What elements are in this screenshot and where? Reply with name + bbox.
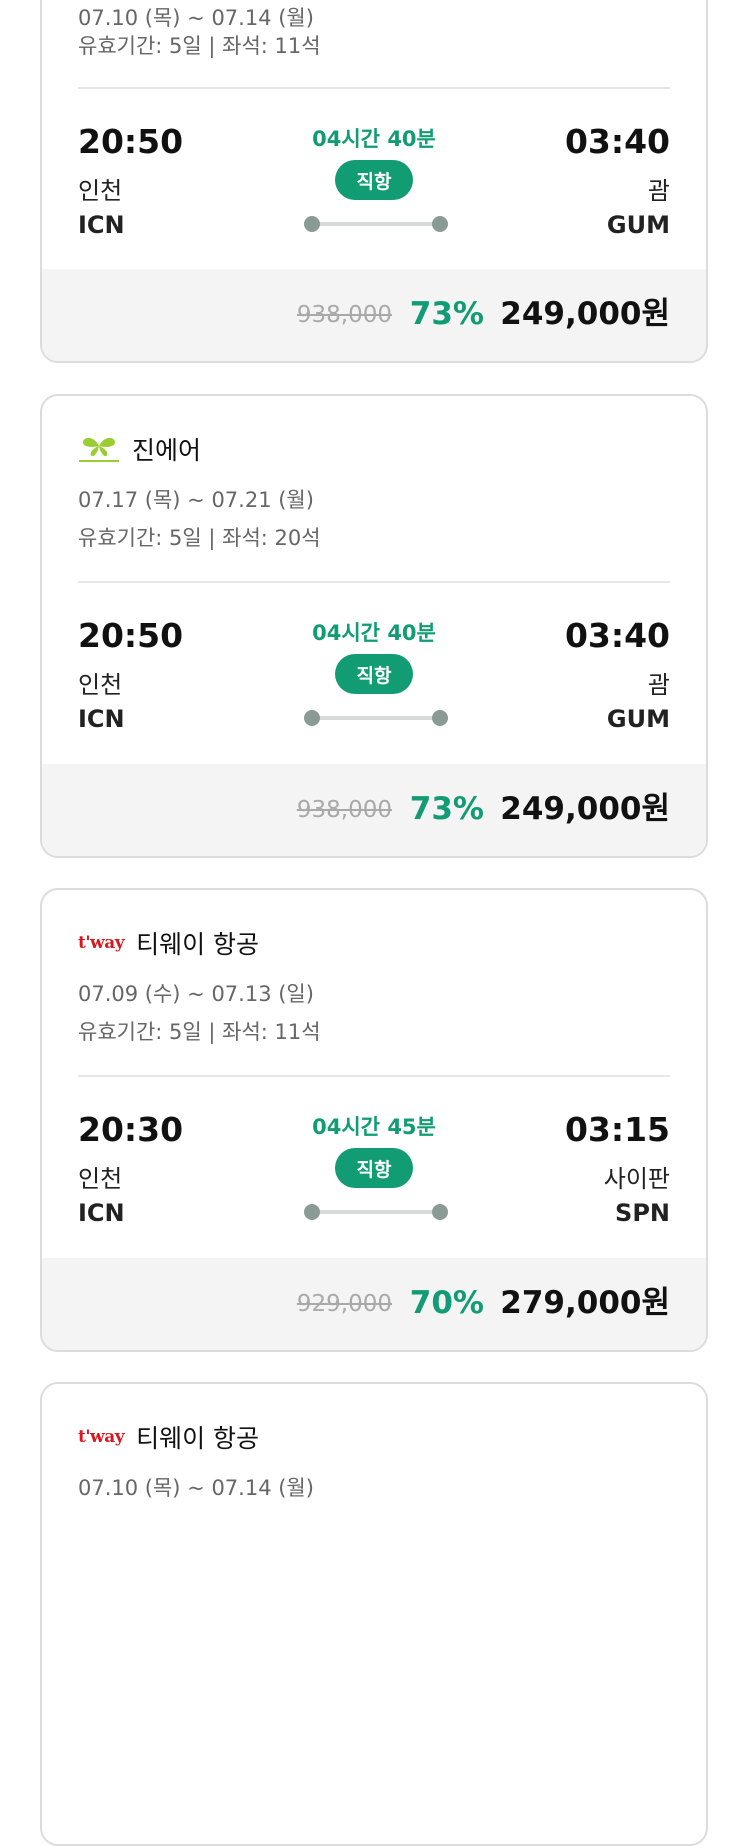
flight-card[interactable]: 진에어 07.17 (목) ~ 07.21 (월) 유효기간: 5일 | 좌석:…	[40, 394, 708, 858]
divider	[78, 1075, 670, 1077]
route-start-dot	[304, 710, 320, 726]
price-bar: 938,000 73% 249,000원	[42, 764, 706, 856]
departure-code: ICN	[78, 1199, 125, 1227]
arrival-code: GUM	[606, 705, 670, 733]
flight-card[interactable]: 07.10 (목) ~ 07.14 (월) 유효기간: 5일 | 좌석: 11석…	[40, 0, 708, 363]
departure-city: 인천	[78, 671, 123, 699]
route-line	[310, 1210, 442, 1214]
route-end-dot	[432, 710, 448, 726]
tway-logo: t'way	[78, 933, 125, 953]
airline-header: t'way 티웨이 항공	[78, 926, 259, 960]
departure-code: ICN	[78, 211, 125, 239]
original-price: 938,000	[296, 302, 392, 328]
price-bar: 938,000 73% 249,000원	[42, 269, 706, 361]
divider	[78, 581, 670, 583]
final-price: 279,000원	[500, 1285, 670, 1321]
flight-card[interactable]: t'way 티웨이 항공 07.09 (수) ~ 07.13 (일) 유효기간:…	[40, 888, 708, 1352]
arrival-code: SPN	[615, 1199, 670, 1227]
travel-dates: 07.17 (목) ~ 07.21 (월)	[78, 488, 314, 512]
route-end-dot	[432, 1204, 448, 1220]
departure-code: ICN	[78, 705, 125, 733]
airline-name: 진에어	[132, 436, 202, 465]
airline-name: 티웨이 항공	[136, 1424, 260, 1453]
route-line	[310, 222, 442, 226]
flight-segment: 20:30 인천 ICN 04시간 45분 직항 03:15 사이판 SPN	[42, 1098, 706, 1248]
jinair-logo	[78, 434, 120, 464]
tway-logo: t'way	[78, 1427, 125, 1447]
validity-seats: 유효기간: 5일 | 좌석: 11석	[78, 34, 321, 58]
route-end-dot	[432, 216, 448, 232]
divider	[78, 87, 670, 89]
travel-dates: 07.10 (목) ~ 07.14 (월)	[78, 1476, 314, 1500]
travel-dates: 07.09 (수) ~ 07.13 (일)	[78, 982, 314, 1006]
final-price: 249,000원	[500, 296, 670, 332]
airline-name: 티웨이 항공	[136, 930, 260, 959]
original-price: 929,000	[296, 1291, 392, 1317]
discount-rate: 73%	[409, 296, 484, 332]
arrival-city: 사이판	[603, 1165, 670, 1193]
travel-dates: 07.10 (목) ~ 07.14 (월)	[78, 6, 314, 30]
original-price: 938,000	[296, 797, 392, 823]
flight-card[interactable]: t'way 티웨이 항공 07.10 (목) ~ 07.14 (월)	[40, 1382, 708, 1846]
route-start-dot	[304, 1204, 320, 1220]
validity-seats: 유효기간: 5일 | 좌석: 11석	[78, 1020, 321, 1044]
discount-rate: 73%	[409, 791, 484, 827]
departure-city: 인천	[78, 1165, 123, 1193]
arrival-city: 괌	[647, 671, 670, 699]
discount-rate: 70%	[409, 1285, 484, 1321]
flight-segment: 20:50 인천 ICN 04시간 40분 직항 03:40 괌 GUM	[42, 110, 706, 260]
arrival-code: GUM	[606, 211, 670, 239]
direct-flight-badge: 직항	[335, 1148, 413, 1188]
arrival-time: 03:40	[564, 122, 670, 161]
route-line	[310, 716, 442, 720]
route-indicator	[304, 1204, 448, 1220]
route-indicator	[304, 710, 448, 726]
validity-seats: 유효기간: 5일 | 좌석: 20석	[78, 526, 321, 550]
price-bar: 929,000 70% 279,000원	[42, 1258, 706, 1350]
arrival-time: 03:40	[564, 616, 670, 655]
route-start-dot	[304, 216, 320, 232]
airline-header: t'way 티웨이 항공	[78, 1420, 259, 1454]
arrival-city: 괌	[647, 177, 670, 205]
arrival-time: 03:15	[564, 1110, 670, 1149]
direct-flight-badge: 직항	[335, 160, 413, 200]
route-indicator	[304, 216, 448, 232]
final-price: 249,000원	[500, 791, 670, 827]
departure-city: 인천	[78, 177, 123, 205]
flight-segment: 20:50 인천 ICN 04시간 40분 직항 03:40 괌 GUM	[42, 604, 706, 754]
airline-header: 진에어	[78, 432, 201, 466]
direct-flight-badge: 직항	[335, 654, 413, 694]
